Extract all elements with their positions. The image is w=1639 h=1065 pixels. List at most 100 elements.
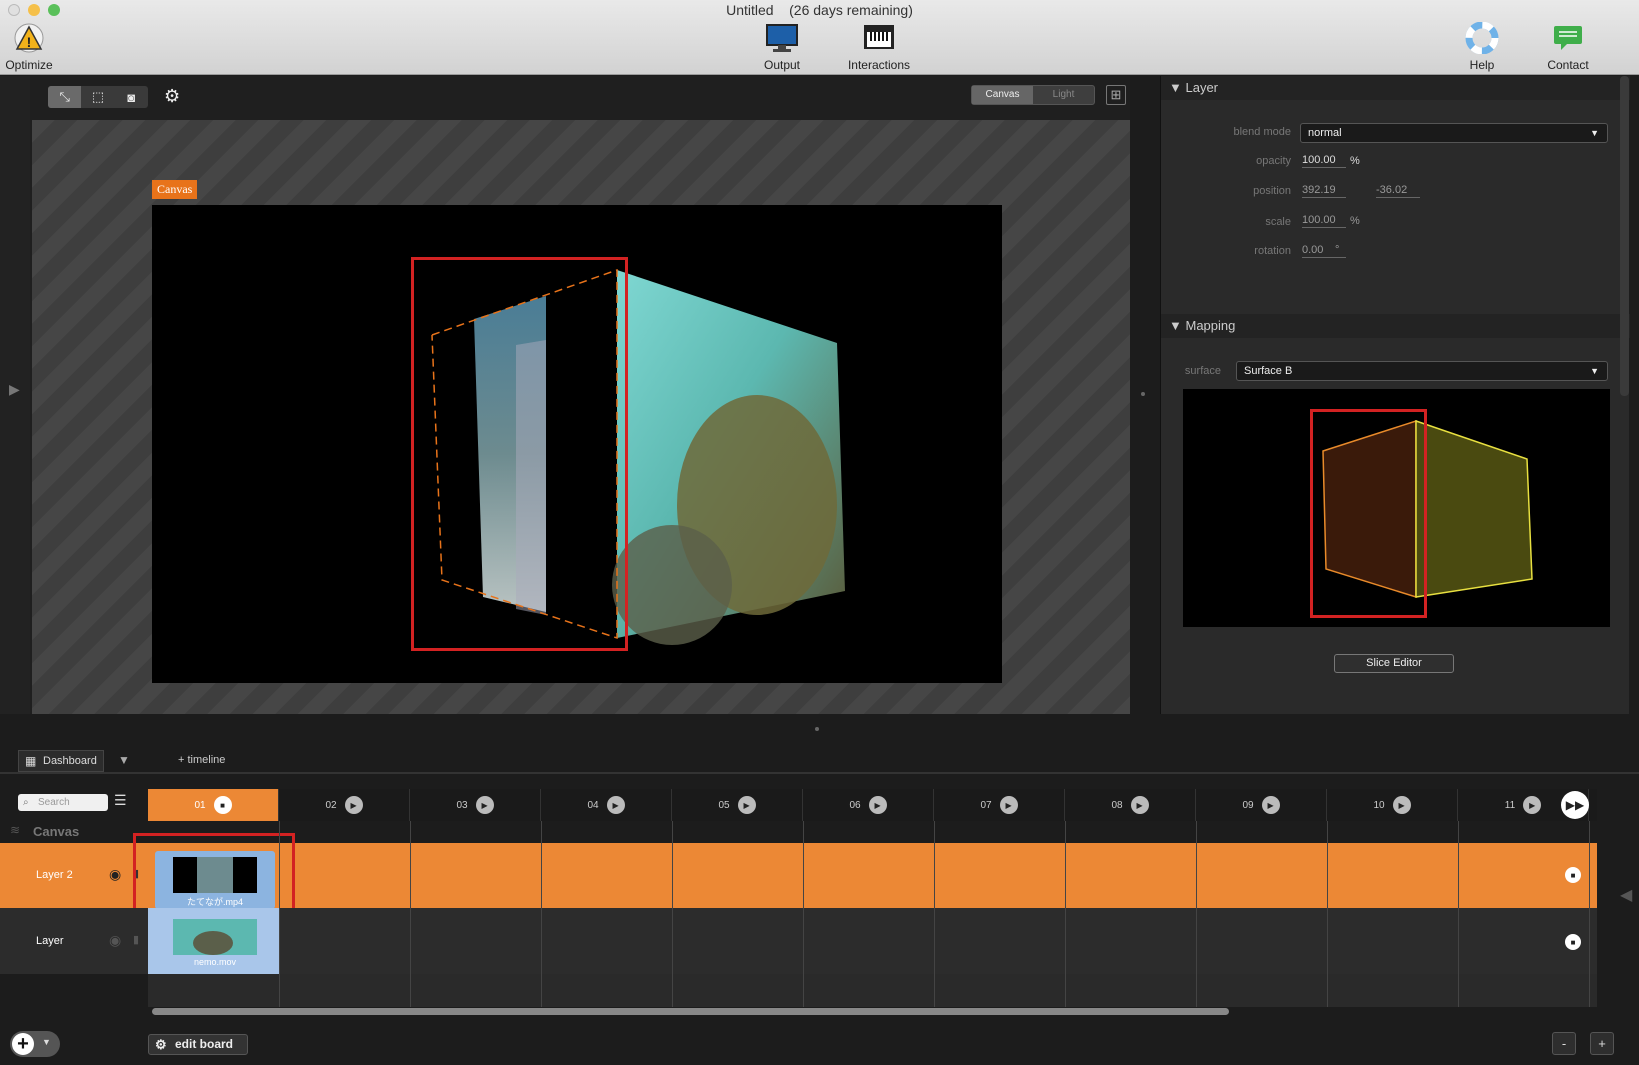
interactions-button[interactable]: Interactions	[834, 22, 924, 72]
mask-tool-icon[interactable]: ◙	[115, 86, 148, 108]
cue-label: 04	[587, 799, 599, 811]
play-icon[interactable]: ▶	[1130, 796, 1149, 814]
cue-label: 07	[980, 799, 992, 811]
expand-left-icon[interactable]: ▶	[9, 381, 20, 398]
play-icon[interactable]: ▶	[868, 796, 887, 814]
play-icon[interactable]: ▶	[1523, 796, 1542, 814]
cue-divider	[672, 821, 673, 1007]
opacity-label: opacity	[1256, 155, 1291, 167]
inspector-scrollbar[interactable]	[1620, 76, 1629, 396]
cue-01[interactable]: 01 ■	[148, 789, 279, 821]
position-x-field[interactable]: 392.19	[1302, 184, 1346, 198]
layer-stop-button[interactable]: ■	[1565, 934, 1581, 950]
keyboard-icon	[862, 22, 896, 54]
cue-divider	[1458, 821, 1459, 1007]
search-input[interactable]: ⌕ Search	[18, 794, 108, 811]
zoom-out-button[interactable]: -	[1552, 1032, 1576, 1055]
chat-icon	[1551, 22, 1585, 54]
highlight-selection-mapping	[1310, 409, 1427, 618]
play-icon[interactable]: ▶	[344, 796, 363, 814]
cue-label: 09	[1242, 799, 1254, 811]
surface-select[interactable]: Surface B ▼	[1236, 361, 1608, 381]
lock-icon[interactable]: ▮	[133, 933, 139, 946]
cue-divider	[410, 821, 411, 1007]
layer-name[interactable]: Layer	[36, 935, 64, 947]
cue-label: 06	[849, 799, 861, 811]
play-icon[interactable]: ▶	[1392, 796, 1411, 814]
cue-06[interactable]: 06 ▶	[803, 789, 934, 821]
left-sidebar-collapsed: ▶	[0, 76, 30, 714]
add-menu-button[interactable]: + ▼	[10, 1031, 60, 1057]
grid-icon[interactable]: ⊞	[1106, 85, 1126, 105]
eye-icon[interactable]: ◉	[109, 866, 121, 883]
slice-editor-button[interactable]: Slice Editor	[1334, 654, 1454, 673]
mapping-section-header[interactable]: ▼ Mapping	[1161, 314, 1630, 338]
transform-tool-icon[interactable]: ⬚	[81, 86, 114, 108]
cue-10[interactable]: 10 ▶	[1327, 789, 1458, 821]
layer2-stop-button[interactable]: ■	[1565, 867, 1581, 883]
play-icon[interactable]: ▶	[475, 796, 494, 814]
expand-right-icon[interactable]: ◀	[1620, 885, 1632, 905]
clip-layer[interactable]: nemo.mov	[155, 913, 275, 971]
crop-tool-icon[interactable]: ⤡	[48, 86, 82, 108]
surface-label: surface	[1184, 365, 1221, 377]
optimize-button[interactable]: ! Optimize	[0, 22, 74, 72]
window-title: Untitled (26 days remaining)	[726, 2, 913, 18]
play-icon[interactable]: ▶	[1261, 796, 1280, 814]
cue-09[interactable]: 09 ▶	[1196, 789, 1327, 821]
layer2-name[interactable]: Layer 2	[36, 869, 73, 881]
search-icon: ⌕	[23, 797, 29, 808]
scale-field[interactable]: 100.00	[1302, 214, 1346, 228]
next-cue-button[interactable]: ▶▶	[1561, 791, 1589, 819]
position-y-field[interactable]: -36.02	[1376, 184, 1420, 198]
contact-button[interactable]: Contact	[1523, 22, 1613, 72]
title-bar: Untitled (26 days remaining) ! Optimize …	[0, 0, 1639, 75]
cue-05[interactable]: 05 ▶	[672, 789, 803, 821]
cue-08[interactable]: 08 ▶	[1065, 789, 1196, 821]
splitter-handle-bottom[interactable]	[815, 727, 819, 731]
play-icon[interactable]: ▶	[737, 796, 756, 814]
cue-04[interactable]: 04 ▶	[541, 789, 672, 821]
dashboard-menu-icon[interactable]: ▼	[118, 753, 130, 767]
grid-icon: ▦	[25, 754, 37, 768]
opacity-field[interactable]: 100.00	[1302, 154, 1346, 168]
scale-unit: %	[1350, 215, 1360, 227]
cue-divider	[934, 821, 935, 1007]
stop-icon[interactable]: ■	[213, 796, 232, 814]
layers-icon: ≋	[10, 823, 21, 837]
splitter-handle[interactable]	[1141, 392, 1145, 396]
output-button[interactable]: Output	[737, 22, 827, 72]
blend-mode-label: blend mode	[1233, 126, 1292, 138]
empty-row	[148, 974, 1597, 1007]
seg-canvas[interactable]: Canvas	[972, 86, 1033, 104]
highlight-selection-clip	[133, 833, 295, 918]
list-menu-icon[interactable]: ☰	[114, 792, 127, 809]
scale-label: scale	[1265, 216, 1291, 228]
cue-03[interactable]: 03 ▶	[410, 789, 541, 821]
monitor-icon	[765, 22, 799, 54]
cue-02[interactable]: 02 ▶	[279, 789, 410, 821]
timeline-scrollbar[interactable]	[152, 1008, 1229, 1015]
cue-07[interactable]: 07 ▶	[934, 789, 1065, 821]
dashboard-tab[interactable]: ▦ Dashboard	[18, 750, 104, 772]
eye-icon[interactable]: ◉	[109, 932, 121, 949]
blend-mode-select[interactable]: normal ▼	[1300, 123, 1608, 143]
warning-icon: !	[12, 22, 46, 54]
zoom-in-button[interactable]: +	[1590, 1032, 1614, 1055]
help-button[interactable]: Help	[1437, 21, 1527, 72]
layer-section-header[interactable]: ▼ Layer	[1161, 76, 1630, 100]
cue-divider	[541, 821, 542, 1007]
plus-icon: +	[12, 1033, 34, 1055]
gear-icon[interactable]: ⚙	[164, 86, 180, 107]
cue-label: 05	[718, 799, 730, 811]
play-icon[interactable]: ▶	[606, 796, 625, 814]
edit-board-button[interactable]: ⚙ edit board	[148, 1034, 248, 1055]
gear-icon: ⚙	[155, 1037, 167, 1052]
play-icon[interactable]: ▶	[999, 796, 1018, 814]
svg-text:!: !	[27, 34, 32, 50]
cue-divider	[803, 821, 804, 1007]
add-timeline-button[interactable]: + timeline	[178, 754, 225, 766]
divider	[0, 772, 1639, 774]
cue-divider	[1327, 821, 1328, 1007]
seg-light[interactable]: Light	[1033, 86, 1094, 104]
